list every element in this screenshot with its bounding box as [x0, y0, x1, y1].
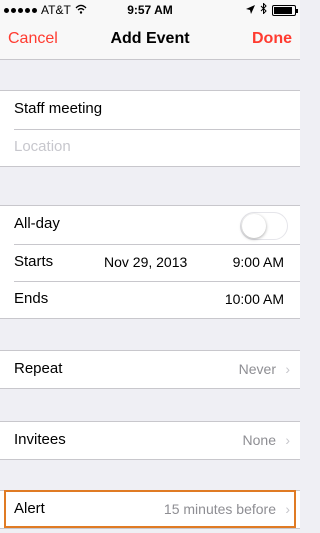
starts-time: 9:00 AM: [232, 254, 284, 270]
title-location-group: Staff meeting Location: [0, 90, 300, 167]
navigation-bar: Cancel Add Event Done: [0, 20, 300, 60]
ends-row[interactable]: Ends 10:00 AM: [0, 281, 300, 318]
repeat-group: Repeat Never ›: [0, 350, 300, 389]
invitees-row[interactable]: Invitees None ›: [0, 422, 300, 459]
invitees-label: Invitees: [14, 431, 66, 448]
title-input[interactable]: Staff meeting: [14, 100, 102, 117]
location-field[interactable]: Location: [0, 129, 300, 166]
bluetooth-icon: [260, 2, 267, 17]
battery-icon: [272, 4, 298, 16]
invitees-group: Invitees None ›: [0, 421, 300, 460]
ends-label: Ends: [14, 290, 49, 307]
invitees-value: None: [242, 432, 276, 448]
date-group: All-day Starts Nov 29, 2013 9:00 AM Ends…: [0, 205, 300, 319]
status-right: [246, 2, 298, 17]
all-day-label: All-day: [14, 215, 60, 232]
all-day-row: All-day: [0, 206, 300, 244]
toggle-knob: [242, 214, 266, 238]
repeat-row[interactable]: Repeat Never ›: [0, 351, 300, 388]
chevron-right-icon: ›: [285, 361, 290, 377]
location-input[interactable]: Location: [14, 138, 71, 155]
starts-label: Starts: [14, 253, 54, 270]
starts-date: Nov 29, 2013: [104, 254, 188, 270]
status-bar: AT&T 9:57 AM: [0, 0, 300, 20]
chevron-right-icon: ›: [285, 432, 290, 448]
repeat-value: Never: [238, 361, 276, 377]
ends-time: 10:00 AM: [224, 291, 284, 307]
alert-highlight-box: [4, 490, 296, 528]
all-day-toggle[interactable]: [240, 212, 288, 240]
starts-row[interactable]: Starts Nov 29, 2013 9:00 AM: [0, 244, 300, 281]
done-button[interactable]: Done: [252, 30, 292, 48]
title-field[interactable]: Staff meeting: [0, 91, 300, 129]
location-arrow-icon: [246, 3, 255, 17]
repeat-label: Repeat: [14, 360, 63, 377]
